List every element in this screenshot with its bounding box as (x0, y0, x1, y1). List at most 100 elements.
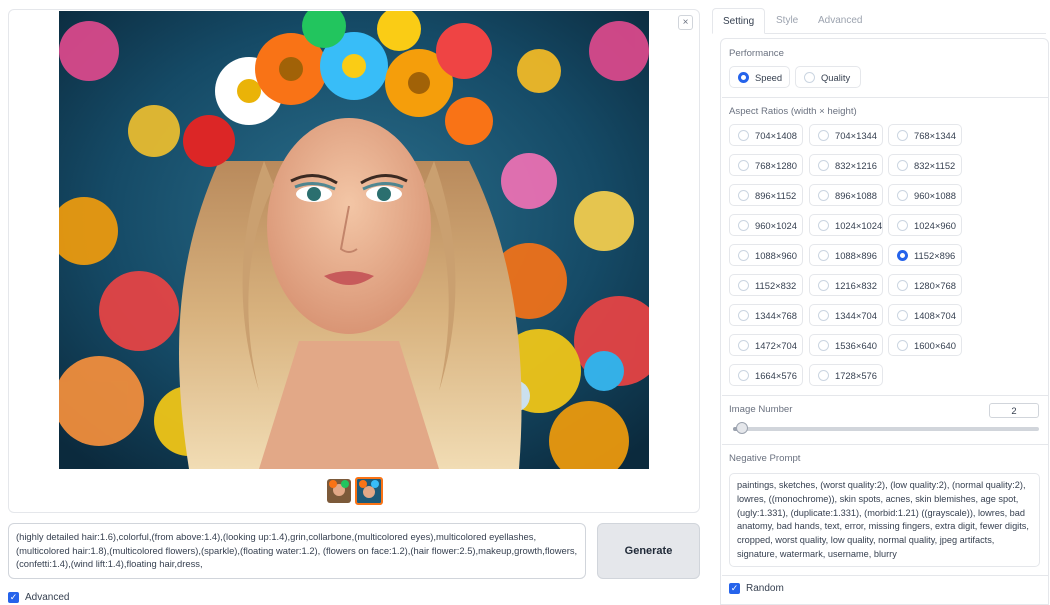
radio-icon (738, 369, 749, 381)
aspect-ratio-option[interactable]: 768×1344 (888, 124, 962, 146)
aspect-ratio-option[interactable]: 960×1088 (888, 184, 962, 206)
option-label: 1152×896 (914, 249, 956, 261)
option-label: 1664×576 (755, 369, 797, 381)
tab-advanced[interactable]: Advanced (808, 8, 872, 34)
option-label: Quality (821, 71, 851, 83)
random-toggle[interactable]: ✓ Random (729, 583, 784, 594)
option-label: 896×1152 (755, 189, 797, 201)
aspect-ratio-option[interactable]: 960×1024 (729, 214, 803, 236)
divider (722, 97, 1048, 98)
thumbnail-2-selected[interactable] (355, 477, 383, 505)
aspect-ratio-option[interactable]: 1216×832 (809, 274, 883, 296)
checkbox-checked-icon[interactable]: ✓ (8, 592, 19, 603)
aspect-ratio-option[interactable]: 1280×768 (888, 274, 962, 296)
option-label: 1408×704 (914, 309, 956, 321)
aspect-ratio-option[interactable]: 1536×640 (809, 334, 883, 356)
aspect-ratio-option[interactable]: 1024×1024 (809, 214, 883, 236)
option-label: 960×1088 (914, 189, 956, 201)
aspect-ratio-option[interactable]: 768×1280 (729, 154, 803, 176)
portrait-illustration (59, 11, 649, 469)
radio-icon (738, 309, 749, 321)
radio-icon (897, 189, 908, 201)
aspect-ratio-option[interactable]: 1152×832 (729, 274, 803, 296)
option-label: 1088×896 (835, 249, 877, 261)
aspect-ratio-option[interactable]: 1088×960 (729, 244, 803, 266)
advanced-toggle[interactable]: ✓ Advanced (8, 591, 69, 604)
radio-icon (818, 189, 829, 201)
option-label: 1024×960 (914, 219, 956, 231)
aspect-ratio-option[interactable]: 1088×896 (809, 244, 883, 266)
radio-icon (804, 71, 815, 83)
image-number-label: Image Number (729, 404, 793, 415)
radio-icon (897, 279, 908, 291)
option-label: 1472×704 (755, 339, 797, 351)
slider-handle[interactable] (736, 422, 749, 434)
radio-icon (897, 219, 908, 231)
aspect-ratio-option[interactable]: 832×1216 (809, 154, 883, 176)
random-label: Random (746, 583, 784, 594)
aspect-ratio-option[interactable]: 896×1088 (809, 184, 883, 206)
aspect-ratio-option[interactable]: 1024×960 (888, 214, 962, 236)
performance-option-quality[interactable]: Quality (795, 66, 861, 88)
negative-prompt-label: Negative Prompt (729, 453, 801, 464)
aspect-ratio-option[interactable]: 896×1152 (729, 184, 803, 206)
divider (722, 395, 1048, 396)
option-label: 704×1408 (755, 129, 797, 141)
aspect-ratio-option[interactable]: 704×1344 (809, 124, 883, 146)
radio-icon (897, 309, 908, 321)
radio-icon (738, 159, 749, 171)
option-label: 1344×768 (755, 309, 797, 321)
option-label: 704×1344 (835, 129, 877, 141)
close-icon[interactable]: × (678, 15, 693, 30)
aspect-ratio-option[interactable]: 704×1408 (729, 124, 803, 146)
image-number-slider[interactable] (733, 427, 1039, 431)
aspect-ratio-option[interactable]: 1344×704 (809, 304, 883, 326)
aspect-ratio-option[interactable]: 1728×576 (809, 364, 883, 386)
prompt-input[interactable]: (highly detailed hair:1.6),colorful,(fro… (8, 523, 586, 579)
radio-icon (818, 309, 829, 321)
image-number-input[interactable]: 2 (989, 403, 1039, 418)
aspect-ratio-option[interactable]: 1408×704 (888, 304, 962, 326)
radio-icon (818, 279, 829, 291)
performance-option-speed[interactable]: Speed (729, 66, 790, 88)
option-label: 1344×704 (835, 309, 877, 321)
aspect-ratio-option[interactable]: 832×1152 (888, 154, 962, 176)
option-label: 768×1344 (914, 129, 956, 141)
option-label: 1728×576 (835, 369, 877, 381)
thumbnail-image-icon (357, 479, 381, 503)
radio-icon (818, 249, 829, 261)
performance-label: Performance (729, 48, 784, 59)
aspect-ratio-option[interactable]: 1600×640 (888, 334, 962, 356)
radio-icon (738, 129, 749, 141)
radio-icon (738, 249, 749, 261)
generated-image[interactable] (59, 11, 649, 469)
generate-button[interactable]: Generate (597, 523, 700, 579)
radio-icon (738, 189, 749, 201)
radio-icon (818, 219, 829, 231)
aspect-ratio-option[interactable]: 1472×704 (729, 334, 803, 356)
thumbnail-1[interactable] (327, 479, 351, 503)
option-label: 1088×960 (755, 249, 797, 261)
advanced-label: Advanced (25, 592, 70, 603)
settings-panel: Performance Speed Quality Aspect Ratios … (720, 38, 1049, 605)
aspect-ratio-option[interactable]: 1344×768 (729, 304, 803, 326)
checkbox-checked-icon[interactable]: ✓ (729, 583, 740, 594)
radio-icon (818, 129, 829, 141)
radio-icon (738, 279, 749, 291)
divider (722, 575, 1048, 576)
option-label: 896×1088 (835, 189, 877, 201)
radio-icon (738, 339, 749, 351)
settings-tabs: Setting Style Advanced (712, 8, 1046, 34)
option-label: 1280×768 (914, 279, 956, 291)
tab-setting[interactable]: Setting (712, 8, 766, 34)
option-label: 832×1152 (914, 159, 956, 171)
aspect-ratio-option[interactable]: 1664×576 (729, 364, 803, 386)
aspect-ratio-option[interactable]: 1152×896 (888, 244, 962, 266)
negative-prompt-input[interactable]: paintings, sketches, (worst quality:2), … (729, 473, 1040, 567)
tab-style[interactable]: Style (766, 8, 808, 34)
divider (722, 444, 1048, 445)
option-label: 1024×1024 (835, 219, 883, 231)
radio-icon (818, 159, 829, 171)
option-label: 768×1280 (755, 159, 797, 171)
thumbnail-image-icon (327, 479, 351, 503)
